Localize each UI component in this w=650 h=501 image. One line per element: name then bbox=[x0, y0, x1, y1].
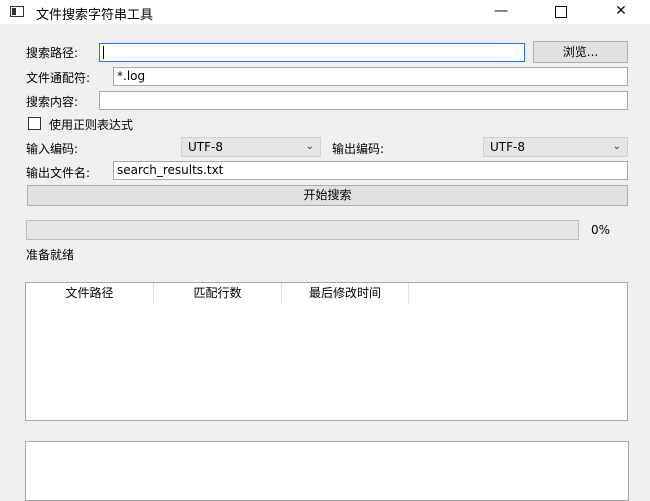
regex-checkbox[interactable] bbox=[28, 117, 41, 130]
search-content-input[interactable] bbox=[99, 91, 628, 110]
output-encoding-value: UTF-8 bbox=[490, 140, 525, 154]
close-icon: ✕ bbox=[615, 3, 627, 19]
output-file-label: 输出文件名: bbox=[26, 166, 91, 180]
results-table[interactable]: 文件路径 匹配行数 最后修改时间 bbox=[25, 282, 628, 421]
close-button[interactable]: ✕ bbox=[598, 0, 644, 24]
chevron-down-icon: ⌄ bbox=[305, 141, 314, 152]
column-header-match-count[interactable]: 匹配行数 bbox=[154, 283, 282, 304]
chevron-down-icon: ⌄ bbox=[612, 141, 621, 152]
title-bar: 文件搜索字符串工具 — ✕ bbox=[0, 0, 650, 24]
output-file-input[interactable]: search_results.txt bbox=[113, 161, 628, 180]
progress-bar bbox=[26, 220, 579, 240]
wildcard-input[interactable]: *.log bbox=[113, 67, 628, 86]
text-caret bbox=[103, 46, 104, 59]
output-encoding-label: 输出编码: bbox=[332, 142, 385, 156]
wildcard-label: 文件通配符: bbox=[26, 71, 91, 85]
minimize-button[interactable]: — bbox=[478, 0, 524, 24]
search-content-label: 搜索内容: bbox=[26, 95, 79, 109]
minimize-icon: — bbox=[494, 3, 508, 19]
maximize-icon bbox=[555, 6, 567, 18]
window-title: 文件搜索字符串工具 bbox=[36, 8, 154, 23]
search-path-label: 搜索路径: bbox=[26, 46, 79, 60]
search-path-input[interactable] bbox=[99, 43, 525, 62]
progress-percent: 0% bbox=[591, 223, 611, 237]
input-encoding-label: 输入编码: bbox=[26, 142, 79, 156]
maximize-button[interactable] bbox=[538, 0, 584, 24]
status-text: 准备就绪 bbox=[26, 248, 75, 262]
column-header-last-modified[interactable]: 最后修改时间 bbox=[282, 283, 409, 304]
app-window-icon bbox=[10, 6, 24, 17]
start-search-button[interactable]: 开始搜索 bbox=[27, 185, 628, 206]
browse-button[interactable]: 浏览... bbox=[533, 41, 628, 63]
output-encoding-select[interactable]: UTF-8 ⌄ bbox=[483, 137, 628, 157]
log-text-area[interactable] bbox=[25, 441, 629, 501]
input-encoding-value: UTF-8 bbox=[188, 140, 223, 154]
input-encoding-select[interactable]: UTF-8 ⌄ bbox=[181, 137, 321, 157]
regex-label[interactable]: 使用正则表达式 bbox=[49, 116, 133, 133]
column-header-file-path[interactable]: 文件路径 bbox=[26, 283, 154, 304]
